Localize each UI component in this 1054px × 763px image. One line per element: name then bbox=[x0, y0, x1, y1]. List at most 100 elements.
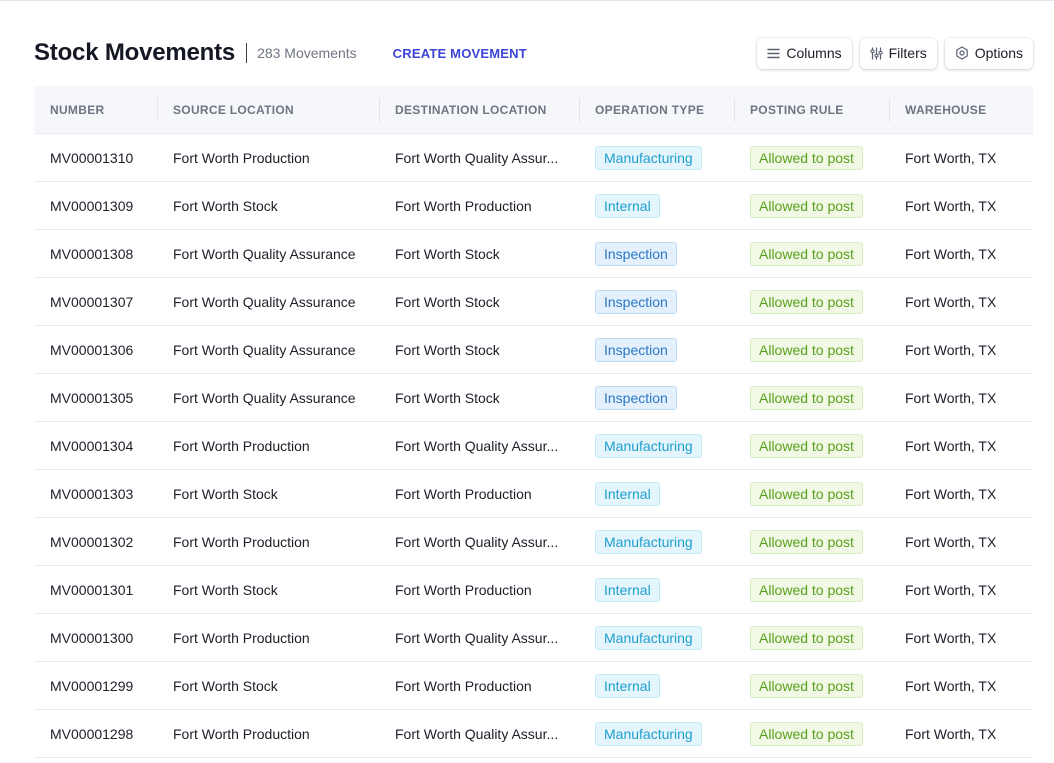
columns-label: Columns bbox=[786, 45, 842, 61]
cell-destination-location: Fort Worth Production bbox=[395, 485, 532, 502]
cell-source-location: Fort Worth Quality Assurance bbox=[173, 245, 356, 262]
cell-source-location: Fort Worth Stock bbox=[173, 581, 278, 598]
cell-posting-rule: Allowed to post bbox=[734, 145, 889, 170]
cell-source-location: Fort Worth Production bbox=[173, 149, 310, 166]
cell-posting-rule: Allowed to post bbox=[734, 337, 889, 362]
cell-posting-rule: Allowed to post bbox=[734, 721, 889, 746]
cell-warehouse: Fort Worth, TX bbox=[905, 197, 997, 214]
cell-warehouse: Fort Worth, TX bbox=[905, 629, 997, 646]
posting-rule-badge: Allowed to post bbox=[750, 241, 863, 266]
cell-operation-type: Inspection bbox=[579, 241, 734, 266]
cell-operation-type: Manufacturing bbox=[579, 433, 734, 458]
cell-number: MV00001309 bbox=[50, 197, 134, 214]
table-row[interactable]: MV00001309 Fort Worth Stock Fort Worth Pro… bbox=[34, 182, 1033, 230]
table-header: NUMBER SOURCE LOCATION DESTINATION LOCAT… bbox=[34, 86, 1033, 134]
movements-table: NUMBER SOURCE LOCATION DESTINATION LOCAT… bbox=[34, 86, 1033, 758]
cell-source-location: Fort Worth Stock bbox=[173, 485, 278, 502]
cell-destination-location: Fort Worth Stock bbox=[395, 389, 500, 406]
hexagon-gear-icon bbox=[955, 46, 969, 60]
cell-posting-rule: Allowed to post bbox=[734, 241, 889, 266]
page-title: Stock Movements bbox=[34, 39, 236, 66]
header-number[interactable]: NUMBER bbox=[34, 86, 157, 133]
table-row[interactable]: MV00001299 Fort Worth Stock Fort Worth Pro… bbox=[34, 662, 1033, 710]
cell-posting-rule: Allowed to post bbox=[734, 673, 889, 698]
cell-destination-location: Fort Worth Quality Assur... bbox=[395, 725, 559, 742]
cell-number: MV00001306 bbox=[50, 341, 134, 358]
cell-source-location: Fort Worth Stock bbox=[173, 197, 278, 214]
title-separator bbox=[246, 43, 248, 63]
operation-type-badge: Inspection bbox=[595, 289, 677, 314]
cell-warehouse: Fort Worth, TX bbox=[905, 485, 997, 502]
cell-number: MV00001302 bbox=[50, 533, 134, 550]
posting-rule-badge: Allowed to post bbox=[750, 481, 863, 506]
cell-source-location: Fort Worth Quality Assurance bbox=[173, 293, 356, 310]
posting-rule-badge: Allowed to post bbox=[750, 385, 863, 410]
cell-number: MV00001303 bbox=[50, 485, 134, 502]
cell-destination-location: Fort Worth Production bbox=[395, 581, 532, 598]
table-row[interactable]: MV00001308 Fort Worth Quality Assurance Fo… bbox=[34, 230, 1033, 278]
cell-source-location: Fort Worth Quality Assurance bbox=[173, 389, 356, 406]
cell-posting-rule: Allowed to post bbox=[734, 385, 889, 410]
header-source-location[interactable]: SOURCE LOCATION bbox=[157, 86, 379, 133]
cell-number: MV00001304 bbox=[50, 437, 134, 454]
table-row[interactable]: MV00001302 Fort Worth Production Fort Wort… bbox=[34, 518, 1033, 566]
table-row[interactable]: MV00001301 Fort Worth Stock Fort Worth Pro… bbox=[34, 566, 1033, 614]
posting-rule-badge: Allowed to post bbox=[750, 625, 863, 650]
header-destination-location[interactable]: DESTINATION LOCATION bbox=[379, 86, 579, 133]
cell-source-location: Fort Worth Production bbox=[173, 725, 310, 742]
cell-destination-location: Fort Worth Quality Assur... bbox=[395, 629, 559, 646]
operation-type-badge: Inspection bbox=[595, 241, 677, 266]
toolbar: Columns Filters Options bbox=[757, 37, 1033, 69]
cell-destination-location: Fort Worth Stock bbox=[395, 245, 500, 262]
table-row[interactable]: MV00001306 Fort Worth Quality Assurance Fo… bbox=[34, 326, 1033, 374]
cell-number: MV00001301 bbox=[50, 581, 134, 598]
cell-posting-rule: Allowed to post bbox=[734, 481, 889, 506]
cell-source-location: Fort Worth Production bbox=[173, 629, 310, 646]
header-warehouse[interactable]: WAREHOUSE bbox=[889, 86, 1033, 133]
cell-warehouse: Fort Worth, TX bbox=[905, 293, 997, 310]
list-lines-icon bbox=[767, 48, 781, 59]
create-movement-button[interactable]: CREATE MOVEMENT bbox=[393, 46, 527, 61]
operation-type-badge: Manufacturing bbox=[595, 721, 702, 746]
cell-destination-location: Fort Worth Stock bbox=[395, 293, 500, 310]
cell-operation-type: Manufacturing bbox=[579, 145, 734, 170]
cell-posting-rule: Allowed to post bbox=[734, 289, 889, 314]
page-header: Stock Movements 283 Movements CREATE MOV… bbox=[34, 36, 1033, 70]
posting-rule-badge: Allowed to post bbox=[750, 673, 863, 698]
cell-destination-location: Fort Worth Quality Assur... bbox=[395, 533, 559, 550]
table-row[interactable]: MV00001303 Fort Worth Stock Fort Worth Pro… bbox=[34, 470, 1033, 518]
table-row[interactable]: MV00001300 Fort Worth Production Fort Wort… bbox=[34, 614, 1033, 662]
cell-operation-type: Internal bbox=[579, 673, 734, 698]
cell-posting-rule: Allowed to post bbox=[734, 193, 889, 218]
cell-destination-location: Fort Worth Stock bbox=[395, 341, 500, 358]
cell-warehouse: Fort Worth, TX bbox=[905, 245, 997, 262]
cell-warehouse: Fort Worth, TX bbox=[905, 341, 997, 358]
table-row[interactable]: MV00001307 Fort Worth Quality Assurance Fo… bbox=[34, 278, 1033, 326]
cell-number: MV00001298 bbox=[50, 725, 134, 742]
posting-rule-badge: Allowed to post bbox=[750, 433, 863, 458]
cell-number: MV00001299 bbox=[50, 677, 134, 694]
cell-warehouse: Fort Worth, TX bbox=[905, 437, 997, 454]
operation-type-badge: Internal bbox=[595, 193, 660, 218]
columns-button[interactable]: Columns bbox=[757, 37, 852, 69]
table-row[interactable]: MV00001305 Fort Worth Quality Assurance Fo… bbox=[34, 374, 1033, 422]
options-button[interactable]: Options bbox=[944, 37, 1033, 69]
filters-label: Filters bbox=[888, 45, 927, 61]
cell-warehouse: Fort Worth, TX bbox=[905, 725, 997, 742]
sliders-icon bbox=[870, 46, 883, 60]
header-operation-type[interactable]: OPERATION TYPE bbox=[579, 86, 734, 133]
table-row[interactable]: MV00001304 Fort Worth Production Fort Wort… bbox=[34, 422, 1033, 470]
cell-posting-rule: Allowed to post bbox=[734, 433, 889, 458]
header-posting-rule[interactable]: POSTING RULE bbox=[734, 86, 889, 133]
table-row[interactable]: MV00001310 Fort Worth Production Fort Wort… bbox=[34, 134, 1033, 182]
posting-rule-badge: Allowed to post bbox=[750, 193, 863, 218]
filters-button[interactable]: Filters bbox=[859, 37, 937, 69]
cell-destination-location: Fort Worth Production bbox=[395, 677, 532, 694]
table-row[interactable]: MV00001298 Fort Worth Production Fort Wort… bbox=[34, 710, 1033, 758]
cell-operation-type: Manufacturing bbox=[579, 625, 734, 650]
posting-rule-badge: Allowed to post bbox=[750, 145, 863, 170]
posting-rule-badge: Allowed to post bbox=[750, 721, 863, 746]
cell-operation-type: Manufacturing bbox=[579, 721, 734, 746]
cell-destination-location: Fort Worth Quality Assur... bbox=[395, 437, 559, 454]
cell-posting-rule: Allowed to post bbox=[734, 625, 889, 650]
